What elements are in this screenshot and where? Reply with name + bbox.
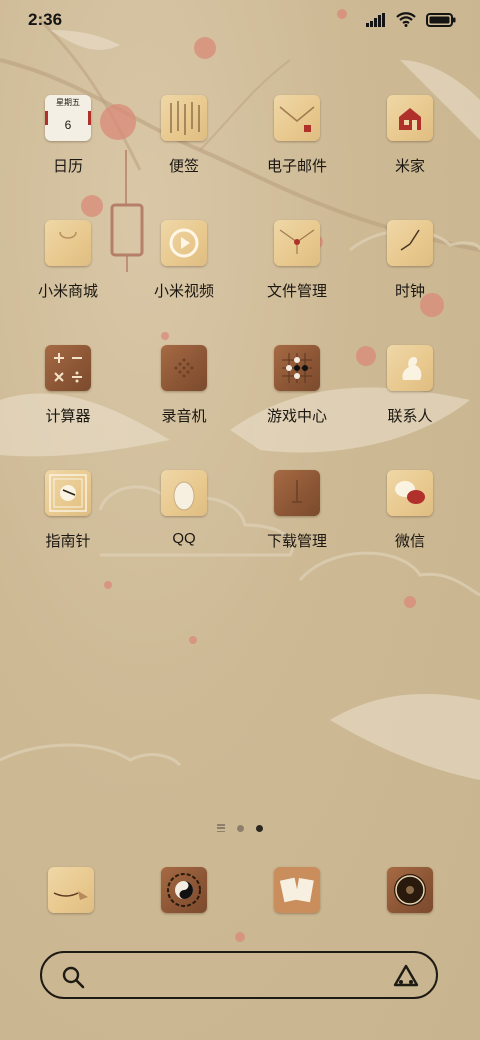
page-dot-active[interactable] [256, 824, 263, 832]
yin-yang-icon [167, 873, 201, 907]
notes-icon [161, 95, 207, 141]
app-recorder[interactable]: 录音机 [129, 345, 239, 465]
app-label: 联系人 [387, 408, 433, 425]
download-icon [274, 470, 320, 516]
calculator-icon [45, 345, 91, 391]
battery-icon [426, 12, 456, 27]
app-label: 日历 [52, 158, 83, 175]
dock-app-camera[interactable] [387, 867, 433, 913]
calendar-weekday: 星期五 [45, 95, 91, 111]
app-calculator[interactable]: 计算器 [13, 345, 123, 465]
file-manager-icon [274, 220, 320, 266]
video-play-icon [161, 220, 207, 266]
wifi-icon [396, 12, 416, 27]
app-label: 小米视频 [153, 283, 214, 300]
app-label: 游戏中心 [266, 408, 327, 425]
app-label: 时钟 [394, 283, 425, 300]
calendar-day: 6 [64, 118, 72, 132]
app-label: 指南针 [45, 533, 91, 550]
recorder-icon [161, 345, 207, 391]
app-label: 小米商城 [37, 283, 98, 300]
app-download-manager[interactable]: 下载管理 [242, 470, 352, 590]
app-label: 米家 [394, 158, 425, 175]
app-label: 微信 [394, 533, 425, 550]
page-indicator[interactable] [0, 824, 480, 832]
app-notes[interactable]: 便签 [129, 95, 239, 215]
page-dot[interactable] [237, 824, 244, 832]
wechat-icon [387, 470, 433, 516]
app-mi-store[interactable]: 小米商城 [13, 220, 123, 340]
dock-app-tassel[interactable] [48, 867, 94, 913]
status-bar: 2:36 [0, 0, 480, 42]
app-label: 计算器 [45, 408, 91, 425]
app-label: 文件管理 [266, 283, 327, 300]
search-bar[interactable] [40, 951, 438, 999]
game-board-icon [274, 345, 320, 391]
app-wechat[interactable]: 微信 [355, 470, 465, 590]
contacts-icon [387, 345, 433, 391]
tassel-icon [53, 891, 88, 900]
calendar-icon: 星期五 6 [45, 95, 91, 141]
app-compass[interactable]: 指南针 [13, 470, 123, 590]
app-label: 录音机 [161, 408, 207, 425]
email-icon [274, 95, 320, 141]
assistant-icon[interactable] [392, 963, 420, 989]
app-label: 下载管理 [266, 533, 327, 550]
cards-icon [279, 877, 314, 903]
app-game-center[interactable]: 游戏中心 [242, 345, 352, 465]
app-clock[interactable]: 时钟 [355, 220, 465, 340]
dock-app-yin-yang[interactable] [161, 867, 207, 913]
qq-icon [161, 470, 207, 516]
clock-icon [387, 220, 433, 266]
compass-icon [45, 470, 91, 516]
app-label: 便签 [168, 158, 199, 175]
search-icon[interactable] [61, 965, 85, 989]
app-mi-home[interactable]: 米家 [355, 95, 465, 215]
shopping-bag-icon [45, 220, 91, 266]
app-qq[interactable]: QQ [129, 470, 239, 590]
home-icon [387, 95, 433, 141]
app-email[interactable]: 电子邮件 [242, 95, 352, 215]
app-mi-video[interactable]: 小米视频 [129, 220, 239, 340]
signal-icon [366, 12, 385, 27]
app-file-manager[interactable]: 文件管理 [242, 220, 352, 340]
dock-app-cards[interactable] [274, 867, 320, 913]
app-calendar[interactable]: 星期五 6 日历 [13, 95, 123, 215]
status-time: 2:36 [28, 10, 63, 29]
app-contacts[interactable]: 联系人 [355, 345, 465, 465]
app-label: 电子邮件 [266, 158, 327, 175]
camera-lens-icon [394, 874, 426, 906]
app-label: QQ [172, 530, 196, 547]
menu-lines-icon [217, 824, 225, 832]
